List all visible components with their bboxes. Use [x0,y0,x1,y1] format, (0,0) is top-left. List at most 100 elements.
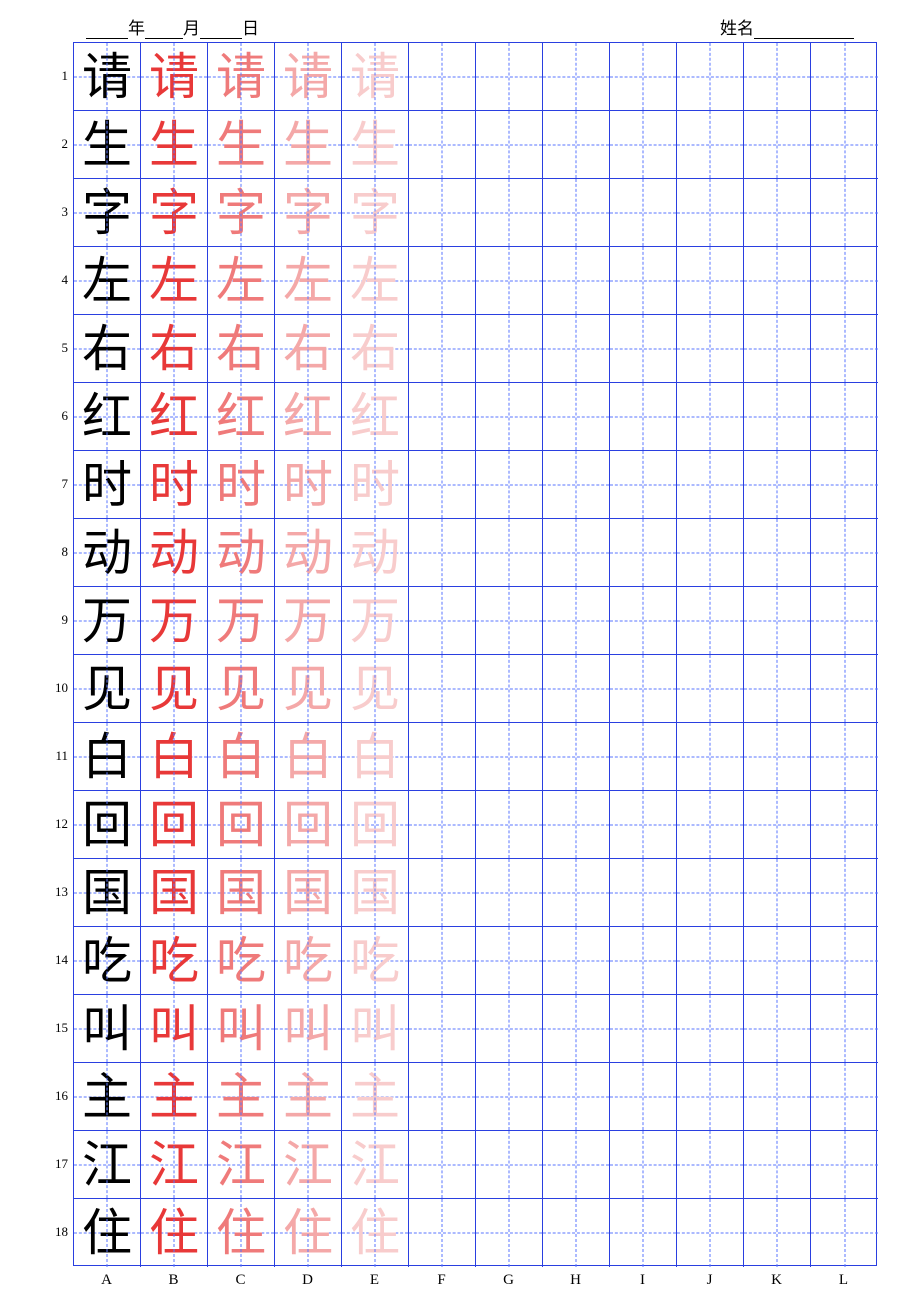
grid-cell[interactable] [744,927,811,995]
grid-cell[interactable] [409,1131,476,1199]
grid-cell[interactable] [677,587,744,655]
month-blank[interactable] [145,22,183,39]
grid-cell[interactable] [476,111,543,179]
grid-cell[interactable] [610,1199,677,1267]
grid-cell[interactable] [543,247,610,315]
grid-cell[interactable] [409,927,476,995]
grid-cell[interactable] [476,451,543,519]
grid-cell[interactable] [543,179,610,247]
grid-cell[interactable] [744,1199,811,1267]
grid-cell[interactable] [610,859,677,927]
grid-cell[interactable] [610,791,677,859]
grid-cell[interactable] [811,1131,878,1199]
grid-cell[interactable] [409,587,476,655]
grid-cell[interactable] [610,43,677,111]
grid-cell[interactable] [543,723,610,791]
grid-cell[interactable] [610,587,677,655]
grid-cell[interactable] [409,247,476,315]
grid-cell[interactable] [543,859,610,927]
grid-cell[interactable] [811,655,878,723]
grid-cell[interactable] [811,451,878,519]
grid-cell[interactable] [811,43,878,111]
grid-cell[interactable] [476,179,543,247]
grid-cell[interactable] [543,655,610,723]
grid-cell[interactable] [744,519,811,587]
grid-cell[interactable] [744,791,811,859]
grid-cell[interactable] [811,995,878,1063]
grid-cell[interactable] [610,723,677,791]
grid-cell[interactable] [811,315,878,383]
grid-cell[interactable] [610,519,677,587]
grid-cell[interactable] [543,1199,610,1267]
grid-cell[interactable] [677,995,744,1063]
grid-cell[interactable] [543,1063,610,1131]
grid-cell[interactable] [543,995,610,1063]
grid-cell[interactable] [744,655,811,723]
grid-cell[interactable] [476,587,543,655]
grid-cell[interactable] [744,179,811,247]
grid-cell[interactable] [677,519,744,587]
grid-cell[interactable] [610,179,677,247]
grid-cell[interactable] [811,111,878,179]
grid-cell[interactable] [543,315,610,383]
grid-cell[interactable] [677,111,744,179]
grid-cell[interactable] [677,315,744,383]
grid-cell[interactable] [476,927,543,995]
grid-cell[interactable] [409,859,476,927]
grid-cell[interactable] [811,383,878,451]
grid-cell[interactable] [409,179,476,247]
grid-cell[interactable] [476,1199,543,1267]
grid-cell[interactable] [409,995,476,1063]
grid-cell[interactable] [677,791,744,859]
grid-cell[interactable] [610,315,677,383]
grid-cell[interactable] [677,43,744,111]
grid-cell[interactable] [744,451,811,519]
grid-cell[interactable] [543,927,610,995]
grid-cell[interactable] [677,927,744,995]
grid-cell[interactable] [677,1063,744,1131]
grid-cell[interactable] [610,1063,677,1131]
grid-cell[interactable] [677,247,744,315]
grid-cell[interactable] [677,383,744,451]
grid-cell[interactable] [811,247,878,315]
name-blank[interactable] [754,22,854,39]
grid-cell[interactable] [476,1131,543,1199]
grid-cell[interactable] [744,859,811,927]
grid-cell[interactable] [610,995,677,1063]
grid-cell[interactable] [677,1199,744,1267]
grid-cell[interactable] [476,315,543,383]
grid-cell[interactable] [610,927,677,995]
grid-cell[interactable] [543,451,610,519]
grid-cell[interactable] [409,655,476,723]
grid-cell[interactable] [610,655,677,723]
grid-cell[interactable] [677,655,744,723]
grid-cell[interactable] [543,519,610,587]
grid-cell[interactable] [409,43,476,111]
grid-cell[interactable] [476,995,543,1063]
day-blank[interactable] [200,22,242,39]
grid-cell[interactable] [677,1131,744,1199]
grid-cell[interactable] [744,1131,811,1199]
grid-cell[interactable] [543,1131,610,1199]
grid-cell[interactable] [811,927,878,995]
grid-cell[interactable] [811,1063,878,1131]
grid-cell[interactable] [543,383,610,451]
grid-cell[interactable] [610,111,677,179]
grid-cell[interactable] [409,451,476,519]
grid-cell[interactable] [677,179,744,247]
grid-cell[interactable] [811,723,878,791]
grid-cell[interactable] [409,791,476,859]
grid-cell[interactable] [811,587,878,655]
grid-cell[interactable] [677,859,744,927]
grid-cell[interactable] [744,111,811,179]
grid-cell[interactable] [744,315,811,383]
grid-cell[interactable] [476,43,543,111]
grid-cell[interactable] [476,247,543,315]
grid-cell[interactable] [543,111,610,179]
grid-cell[interactable] [811,519,878,587]
grid-cell[interactable] [543,791,610,859]
grid-cell[interactable] [744,247,811,315]
grid-cell[interactable] [476,791,543,859]
grid-cell[interactable] [610,451,677,519]
grid-cell[interactable] [476,859,543,927]
